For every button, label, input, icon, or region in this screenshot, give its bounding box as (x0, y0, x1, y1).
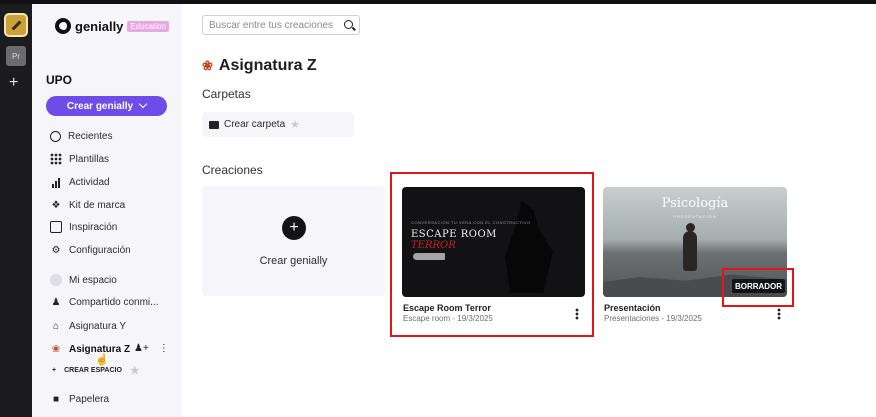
star-icon: ★ (290, 119, 301, 131)
highlight-box-escape-room (390, 172, 594, 337)
create-genially-label: Crear genially (66, 100, 134, 112)
page-title-text: Asignatura Z (218, 57, 317, 74)
sidebar-item-inspiracion[interactable]: Inspiración (50, 221, 117, 233)
genially-logo-icon (55, 18, 71, 34)
sidebar-item-papelera[interactable]: ■ Papelera (50, 393, 109, 405)
sidebar: genially Education UPO Crear genially Re… (32, 4, 182, 417)
education-badge: Education (127, 20, 170, 32)
workspace-tile-second[interactable]: Pr (6, 46, 26, 66)
sidebar-item-label: Compartido conmi... (69, 296, 159, 308)
search-icon[interactable] (344, 20, 353, 29)
genially-logo[interactable]: genially Education (55, 18, 170, 34)
thumbnail-title: Psicología (661, 196, 729, 211)
workspace-tile-upo[interactable] (4, 13, 28, 37)
sidebar-item-configuracion[interactable]: ⚙ Configuración (50, 244, 131, 256)
sidebar-item-label: Asignatura Y (69, 320, 127, 332)
maple-leaf-icon: ❀ (202, 58, 213, 73)
brand-kit-icon: ❖ (51, 199, 61, 211)
sidebar-item-label: Plantillas (69, 153, 110, 165)
search-placeholder: Buscar entre tus creaciones (209, 19, 333, 31)
new-creation-label: Crear genially (259, 255, 328, 267)
sidebar-item-actividad[interactable]: Actividad (50, 176, 110, 188)
sidebar-item-asignatura-z[interactable]: ❀ Asignatura Z (50, 343, 130, 355)
create-folder-label: Crear carpeta (224, 119, 286, 130)
trash-icon: ■ (52, 393, 60, 405)
sidebar-item-kit-de-marca[interactable]: ❖ Kit de marca (50, 199, 126, 211)
folder-add-icon (209, 120, 219, 129)
gear-icon: ⚙ (51, 244, 61, 256)
app-rail: Pr + (0, 4, 32, 417)
chevron-down-icon (138, 99, 148, 109)
highlight-box-draft-badge (722, 268, 794, 307)
plus-icon: + (52, 367, 57, 374)
maple-leaf-icon: ❀ (51, 343, 61, 355)
folders-heading: Carpetas (202, 87, 251, 101)
clock-icon (50, 131, 61, 142)
search-input[interactable]: Buscar entre tus creaciones (202, 15, 360, 35)
inspiration-icon (50, 221, 62, 233)
create-space-label: CREAR ESPACIO (64, 367, 122, 374)
sidebar-item-label: Actividad (69, 176, 110, 188)
person-illustration (683, 223, 697, 271)
sidebar-item-plantillas[interactable]: Plantillas (50, 153, 109, 165)
sidebar-item-compartido[interactable]: ♟ Compartido conmi... (50, 296, 159, 308)
sidebar-item-label: Configuración (69, 244, 131, 256)
sidebar-item-mi-espacio[interactable]: Mi espacio (50, 274, 117, 286)
star-icon: ★ (129, 365, 140, 377)
creation-title[interactable]: Presentación (604, 303, 661, 313)
sidebar-item-label: Kit de marca (69, 199, 126, 211)
create-genially-button[interactable]: Crear genially (46, 96, 167, 116)
bar-chart-icon (50, 176, 62, 188)
sidebar-item-label: Papelera (69, 393, 110, 405)
brand-name: genially (75, 18, 124, 34)
creations-heading: Creaciones (202, 163, 263, 177)
workspace-name: UPO (46, 73, 73, 87)
plus-icon: + (282, 216, 306, 240)
grid-icon (50, 153, 62, 165)
building-icon: ⌂ (52, 320, 60, 332)
sidebar-item-label: Inspiración (69, 221, 118, 233)
create-folder-button[interactable]: Crear carpeta ★ (202, 112, 354, 137)
page-title: ❀ Asignatura Z (202, 57, 317, 75)
sidebar-item-label: Mi espacio (69, 274, 117, 286)
new-creation-card[interactable]: + Crear genially (202, 186, 385, 296)
thumbnail-subtitle: PRESENTACIÓN (673, 214, 717, 219)
shared-icon: ♟ (51, 296, 61, 308)
space-actions: ♟+ ⋮ (134, 343, 169, 354)
avatar-icon (50, 274, 62, 286)
creation-meta: Presentaciones - 19/3/2025 (604, 314, 702, 323)
sidebar-item-asignatura-y[interactable]: ⌂ Asignatura Y (50, 320, 126, 332)
sidebar-item-label: Recientes (68, 131, 113, 142)
more-options-icon[interactable] (777, 308, 781, 320)
sidebar-item-recientes[interactable]: Recientes (50, 131, 112, 142)
create-space-button[interactable]: + CREAR ESPACIO ★ (52, 364, 140, 377)
add-member-icon[interactable]: ♟+ (134, 343, 149, 354)
add-workspace-icon[interactable]: + (9, 74, 18, 92)
more-options-icon[interactable]: ⋮ (159, 343, 169, 354)
